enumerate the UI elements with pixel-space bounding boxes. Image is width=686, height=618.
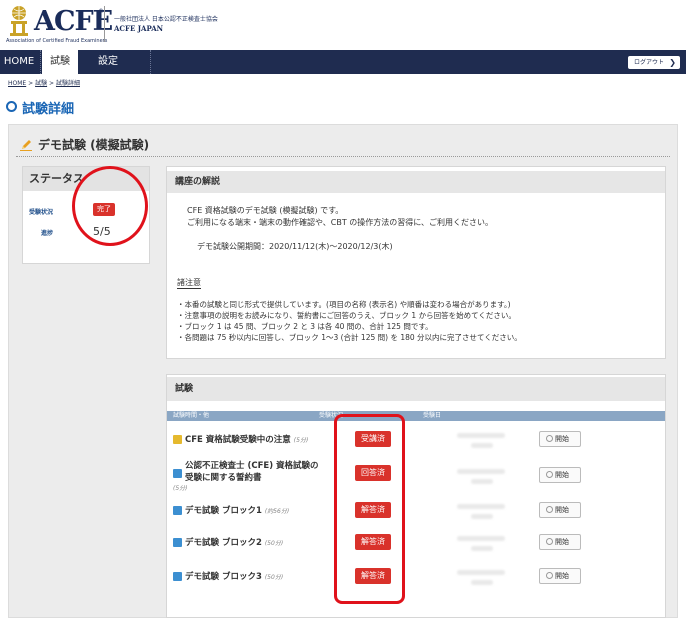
column-header: 受験日 bbox=[423, 412, 442, 419]
row-date-redacted bbox=[457, 568, 505, 590]
note-line: ・各問題は 75 秒以内に回答し、ブロック 1〜3 (合計 125 問) を 1… bbox=[177, 333, 522, 342]
breadcrumb-exam[interactable]: 試験 bbox=[35, 80, 47, 87]
course-description-panel: 講座の解説 CFE 資格試験のデモ試験 (模擬試験) です。 ご利用になる端末・… bbox=[166, 166, 666, 359]
breadcrumb-home[interactable]: HOME bbox=[8, 80, 26, 87]
logout-button[interactable]: ログアウト ❯ bbox=[628, 56, 680, 69]
document-icon bbox=[173, 435, 182, 444]
row-date-redacted bbox=[457, 502, 505, 524]
description-line: CFE 資格試験のデモ試験 (模擬試験) です。 bbox=[187, 206, 344, 215]
nav-separator bbox=[150, 50, 151, 74]
row-title[interactable]: 公認不正検査士 (CFE) 資格試験の bbox=[185, 459, 319, 471]
description-heading: 講座の解説 bbox=[167, 171, 665, 193]
document-icon bbox=[173, 538, 182, 547]
play-icon bbox=[546, 537, 553, 545]
row-time: (5分) bbox=[173, 485, 188, 492]
globe-pillar-icon bbox=[10, 6, 28, 36]
header-divider bbox=[104, 6, 105, 42]
exam-name: デモ試験 (模擬試験) bbox=[38, 138, 150, 152]
nav-separator bbox=[40, 50, 41, 74]
breadcrumb-separator: > bbox=[49, 80, 55, 87]
start-button[interactable]: 開始 bbox=[539, 534, 581, 550]
demo-period: デモ試験公開期間：2020/11/12(木)〜2020/12/3(木) bbox=[197, 242, 393, 251]
status-state-label: 受験状況 bbox=[29, 209, 54, 216]
row-title-line2[interactable]: 受験に関する誓約書 bbox=[185, 471, 262, 483]
document-icon bbox=[173, 572, 182, 581]
logout-label: ログアウト bbox=[634, 59, 665, 66]
description-line: ご利用になる端末・端末の動作確認や、CBT の操作方法の習得に、ご利用ください。 bbox=[187, 218, 494, 227]
page-title: 試験詳細 bbox=[22, 102, 75, 117]
nav-home[interactable]: HOME bbox=[0, 50, 38, 74]
column-header: 試験時間・他 bbox=[173, 412, 210, 419]
row-title[interactable]: デモ試験 ブロック3 (50分) bbox=[185, 570, 283, 582]
note-line: ・ブロック 1 は 45 問、ブロック 2 と 3 は各 40 問の、合計 12… bbox=[177, 322, 433, 331]
nav-settings[interactable]: 設定 bbox=[84, 50, 132, 74]
exam-list-panel: 試験 試験時間・他 受験状況 受験日 CFE 資格試験受験中の注意 (5分) 受… bbox=[166, 374, 666, 618]
row-title[interactable]: CFE 資格試験受験中の注意 (5分) bbox=[185, 433, 308, 445]
row-date-redacted bbox=[457, 467, 505, 489]
row-title[interactable]: デモ試験 ブロック1 (約56分) bbox=[185, 504, 289, 516]
breadcrumb: HOME > 試験 > 試験詳細 bbox=[8, 78, 80, 87]
start-button[interactable]: 開始 bbox=[539, 502, 581, 518]
table-header: 試験時間・他 受験状況 受験日 bbox=[167, 411, 665, 421]
play-icon bbox=[546, 505, 553, 513]
annotation-rectangle bbox=[334, 414, 405, 604]
row-title[interactable]: デモ試験 ブロック2 (50分) bbox=[185, 536, 283, 548]
org-name-en: ACFE JAPAN bbox=[114, 24, 164, 33]
annotation-circle bbox=[72, 166, 148, 246]
row-date-redacted bbox=[457, 534, 505, 556]
org-name-jp: 一般社団法人 日本公認不正検査士協会 bbox=[114, 16, 218, 23]
play-icon bbox=[546, 470, 553, 478]
row-date-redacted bbox=[457, 431, 505, 453]
progress-label: 進捗 bbox=[41, 230, 54, 237]
main-nav: HOME 試験 設定 ログアウト ❯ bbox=[0, 50, 686, 74]
breadcrumb-separator: > bbox=[28, 80, 34, 87]
note-line: ・注意事項の説明をお読みになり、誓約書にご回答のうえ、ブロック 1 から回答を始… bbox=[177, 311, 516, 320]
logo-subtitle: Association of Certified Fraud Examiners bbox=[6, 38, 108, 44]
nav-exam[interactable]: 試験 bbox=[42, 50, 78, 74]
play-icon bbox=[546, 434, 553, 442]
start-button[interactable]: 開始 bbox=[539, 568, 581, 584]
circle-icon bbox=[6, 101, 17, 112]
chevron-right-icon: ❯ bbox=[669, 58, 676, 67]
pencil-icon bbox=[20, 140, 32, 151]
start-button[interactable]: 開始 bbox=[539, 467, 581, 483]
document-icon bbox=[173, 506, 182, 515]
section-divider bbox=[16, 156, 670, 157]
note-line: ・本番の試験と同じ形式で提供しています。(項目の名称 (表示名) や順番は変わる… bbox=[177, 300, 511, 309]
site-header: ACFE ® Association of Certified Fraud Ex… bbox=[0, 0, 686, 50]
document-icon bbox=[173, 469, 182, 478]
start-button[interactable]: 開始 bbox=[539, 431, 581, 447]
breadcrumb-detail[interactable]: 試験詳細 bbox=[56, 80, 80, 87]
notes-heading: 諸注意 bbox=[177, 278, 201, 289]
play-icon bbox=[546, 571, 553, 579]
acfe-logo[interactable]: ACFE ® Association of Certified Fraud Ex… bbox=[6, 4, 113, 44]
exam-list-heading: 試験 bbox=[167, 377, 665, 401]
